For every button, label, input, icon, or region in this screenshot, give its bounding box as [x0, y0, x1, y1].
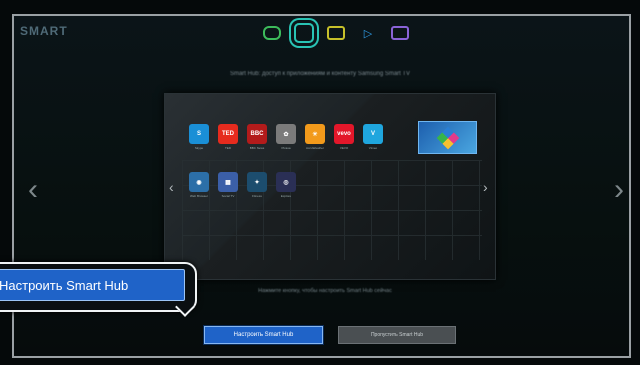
app-tile: vevo: [334, 124, 354, 144]
app-label: BBC News: [249, 146, 265, 150]
play-icon: ▷: [363, 27, 373, 40]
callout-setup-button[interactable]: Настроить Smart Hub: [0, 269, 185, 301]
top-navigation: ▷: [256, 21, 416, 45]
app-tile: ◎: [276, 172, 296, 192]
tab-tv[interactable]: [320, 21, 352, 45]
preview-right-arrow-icon: ›: [483, 179, 488, 195]
smart-hub-preview: ‹ › S Skype TED TED BBC BBC News ✿ Picasa ☀ AccuW…: [164, 93, 496, 280]
app-tile: ▦: [218, 172, 238, 192]
app-label: Vimeo: [368, 146, 378, 150]
app-label: Web Browser: [190, 194, 208, 198]
app-tile: S: [189, 124, 209, 144]
app-tile: ◉: [189, 172, 209, 192]
apps-icon: [294, 23, 314, 43]
app-label: VEVO: [339, 146, 349, 150]
preview-left-arrow-icon: ‹: [169, 179, 174, 195]
app-label: TED: [225, 146, 231, 150]
setup-note: Нажмите кнопку, чтобы настроить Smart Hu…: [258, 288, 392, 294]
app-label: Picasa: [281, 146, 291, 150]
tab-games[interactable]: [256, 21, 288, 45]
gamepad-icon: [263, 26, 281, 40]
chevron-right-icon[interactable]: ›: [614, 175, 624, 205]
tab-photos[interactable]: [384, 21, 416, 45]
app-tile: V: [363, 124, 383, 144]
app-label: Skype: [194, 146, 204, 150]
app-tile: ☀: [305, 124, 325, 144]
tab-apps[interactable]: [288, 21, 320, 45]
skip-button[interactable]: Пропустить Smart Hub: [338, 326, 456, 344]
setup-smart-hub-button[interactable]: Настроить Smart Hub: [204, 326, 323, 344]
app-label: Social TV: [221, 194, 235, 198]
photo-icon: [391, 26, 409, 40]
app-tile: BBC: [247, 124, 267, 144]
tv-icon: [327, 26, 345, 40]
smart-hub-tile: [418, 121, 477, 154]
app-tile: TED: [218, 124, 238, 144]
tab-video[interactable]: ▷: [352, 21, 384, 45]
smart-hub-cube-icon: [436, 126, 459, 149]
app-label: AccuWeather: [306, 146, 324, 150]
app-label: Explore: [280, 194, 292, 198]
app-tile: ✿: [276, 124, 296, 144]
chevron-left-icon[interactable]: ‹: [28, 175, 38, 205]
brand-logo: SMART: [20, 24, 68, 38]
app-tile: ✦: [247, 172, 267, 192]
app-label: Fitness: [252, 194, 262, 198]
intro-text: Smart Hub: доступ к приложениям и контен…: [229, 71, 411, 77]
